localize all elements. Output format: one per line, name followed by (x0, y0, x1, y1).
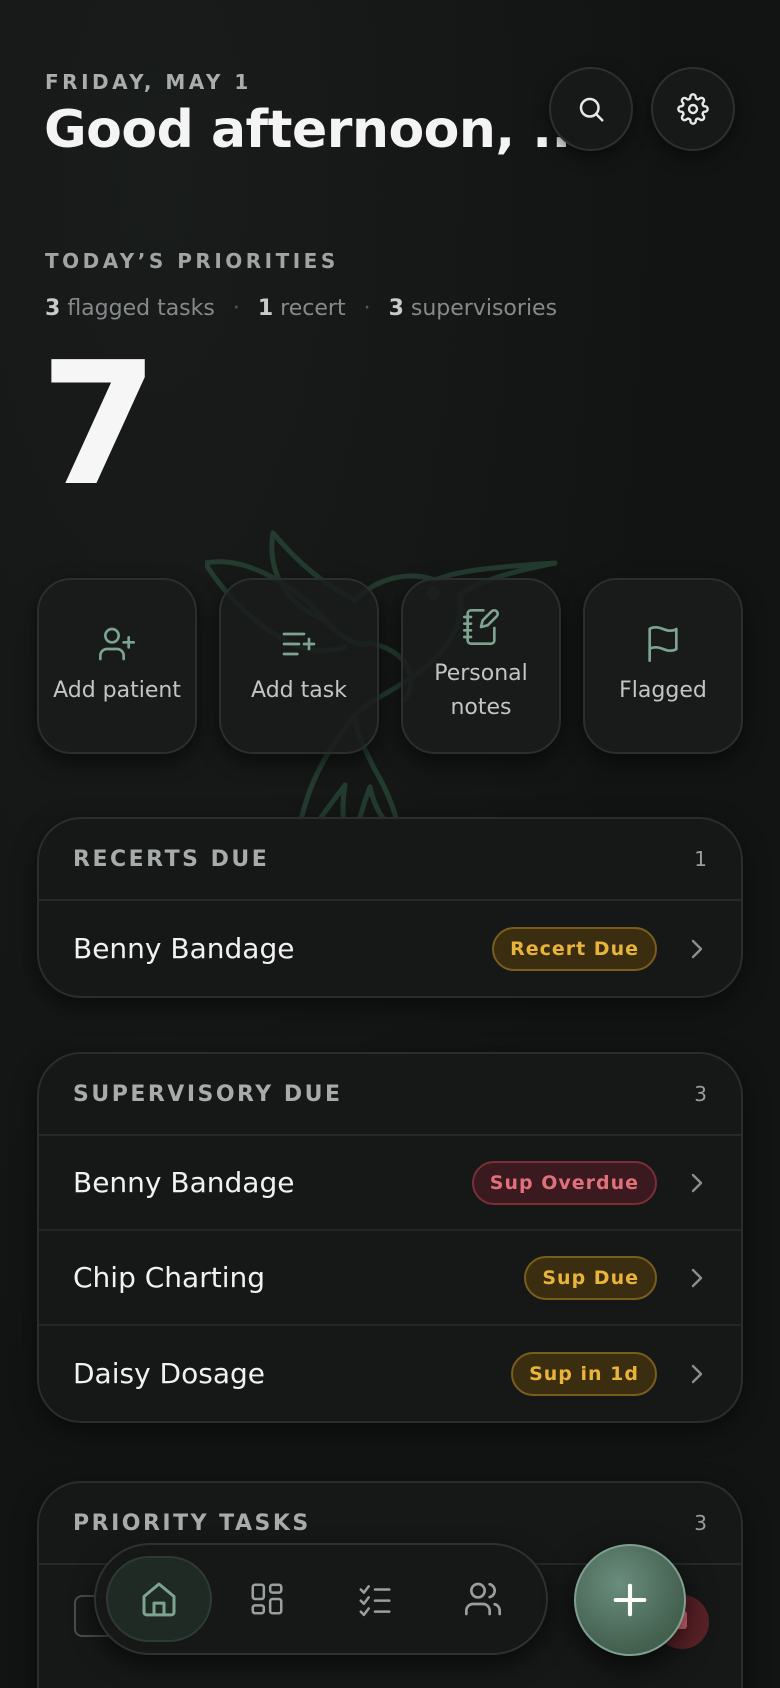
supervisory-header: SUPERVISORY DUE 3 (39, 1054, 741, 1136)
add-fab-button[interactable] (574, 1544, 686, 1656)
user-plus-icon (99, 627, 136, 661)
add-task-label: Add task (251, 678, 347, 703)
flagged-count: 3 (45, 296, 61, 321)
supervisory-count: 3 (694, 1082, 707, 1106)
supervisory-row[interactable]: Daisy Dosage Sup in 1d (39, 1326, 741, 1421)
add-patient-button[interactable]: Add patient (37, 578, 197, 754)
nav-tasks[interactable] (322, 1556, 428, 1642)
plus-icon (613, 1583, 647, 1617)
sup-label: supervisories (410, 296, 558, 321)
patient-name: Benny Bandage (73, 1166, 295, 1199)
gear-icon (677, 93, 709, 125)
nav-home[interactable] (106, 1556, 212, 1642)
priority-tasks-title: PRIORITY TASKS (73, 1510, 311, 1536)
checklist-icon (359, 1585, 391, 1617)
supervisory-card: SUPERVISORY DUE 3 Benny Bandage Sup Over… (37, 1052, 743, 1423)
flagged-button[interactable]: Flagged (583, 578, 743, 754)
list-plus-icon (282, 632, 316, 656)
personal-notes-button[interactable]: Personal notes (401, 578, 561, 754)
supervisory-row[interactable]: Chip Charting Sup Due (39, 1231, 741, 1326)
supervisory-title: SUPERVISORY DUE (73, 1081, 343, 1107)
settings-button[interactable] (651, 67, 735, 151)
greeting-title: Good afternoon, ... (44, 100, 591, 160)
patient-name: Benny Bandage (73, 932, 295, 965)
personal-notes-label: Personal notes (434, 661, 528, 720)
chevron-right-icon (687, 1363, 707, 1385)
recerts-title: RECERTS DUE (73, 846, 270, 872)
recert-row[interactable]: Benny Bandage Recert Due (39, 901, 741, 996)
nav-patients[interactable] (430, 1556, 536, 1642)
date-label: FRIDAY, MAY 1 (45, 70, 252, 94)
search-button[interactable] (549, 67, 633, 151)
chevron-right-icon (687, 1172, 707, 1194)
patient-name: Chip Charting (73, 1261, 265, 1294)
supervisory-row[interactable]: Benny Bandage Sup Overdue (39, 1136, 741, 1231)
recerts-count: 1 (694, 847, 707, 871)
priorities-summary: 3 flagged tasks · 1 recert · 3 superviso… (45, 296, 557, 321)
recerts-card: RECERTS DUE 1 Benny Bandage Recert Due (37, 817, 743, 998)
recert-label: recert (280, 296, 346, 321)
patient-name: Daisy Dosage (73, 1357, 265, 1390)
flagged-label: Flagged (619, 678, 707, 703)
notebook-pen-icon (463, 608, 500, 645)
nav-dashboard[interactable] (214, 1556, 320, 1642)
chevron-right-icon (687, 1267, 707, 1289)
home-icon (142, 1582, 176, 1617)
chevron-right-icon (687, 938, 707, 960)
status-badge: Sup Due (524, 1255, 657, 1300)
sup-count: 3 (388, 296, 404, 321)
add-patient-label: Add patient (53, 678, 181, 703)
priority-tasks-count: 3 (694, 1511, 707, 1535)
add-task-button[interactable]: Add task (219, 578, 379, 754)
priorities-label: TODAY’S PRIORITIES (45, 249, 339, 273)
search-icon (579, 97, 604, 122)
users-icon (465, 1582, 501, 1616)
status-badge: Sup Overdue (471, 1160, 657, 1205)
priorities-total: 7 (40, 326, 159, 524)
status-badge: Recert Due (492, 926, 657, 971)
separator-dot: · (232, 296, 240, 321)
recert-count: 1 (257, 296, 274, 321)
flagged-label: flagged tasks (67, 296, 215, 321)
status-badge: Sup in 1d (511, 1351, 657, 1396)
grid-icon (251, 1583, 283, 1615)
flag-icon (648, 626, 678, 662)
recerts-header: RECERTS DUE 1 (39, 819, 741, 901)
bottom-nav (94, 1543, 548, 1655)
separator-dot: · (363, 296, 371, 321)
